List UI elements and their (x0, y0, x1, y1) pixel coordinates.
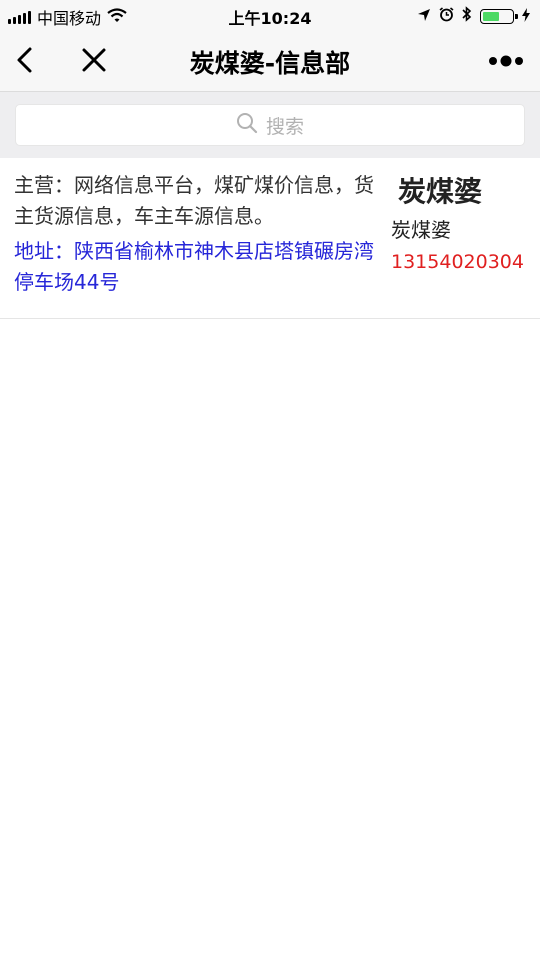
search-area: 搜索 (0, 92, 540, 158)
more-icon[interactable] (486, 50, 526, 72)
status-bar: 中国移动 上午10:24 (0, 0, 540, 30)
listing-address: 地址：陕西省榆林市神木县店塔镇碾房湾停车场44号 (14, 239, 374, 294)
alarm-icon (439, 6, 454, 26)
charging-icon (522, 7, 530, 26)
search-placeholder: 搜索 (265, 115, 304, 138)
listing-phone[interactable]: 13154020304 (391, 251, 524, 273)
bluetooth-icon (462, 6, 472, 26)
battery-fill (483, 11, 499, 21)
page-title: 炭煤婆-信息部 (189, 49, 351, 78)
listing-item[interactable]: 主营：网络信息平台，煤矿煤价信息，货主货源信息，车主车源信息。 地址：陕西省榆林… (0, 158, 540, 319)
close-icon[interactable] (78, 44, 110, 76)
nav-bar: 炭煤婆-信息部 (0, 30, 540, 92)
back-icon[interactable] (10, 44, 42, 76)
listing-name: 炭煤婆 (398, 175, 483, 208)
listing-contact: 炭煤婆 (391, 218, 451, 242)
location-icon (417, 7, 431, 26)
search-input[interactable]: 搜索 (15, 104, 525, 146)
search-icon (236, 112, 258, 138)
watermark-logo (238, 884, 538, 956)
battery-icon (480, 8, 518, 24)
status-right (417, 6, 530, 26)
listing-description: 主营：网络信息平台，煤矿煤价信息，货主货源信息，车主车源信息。 (14, 173, 374, 228)
